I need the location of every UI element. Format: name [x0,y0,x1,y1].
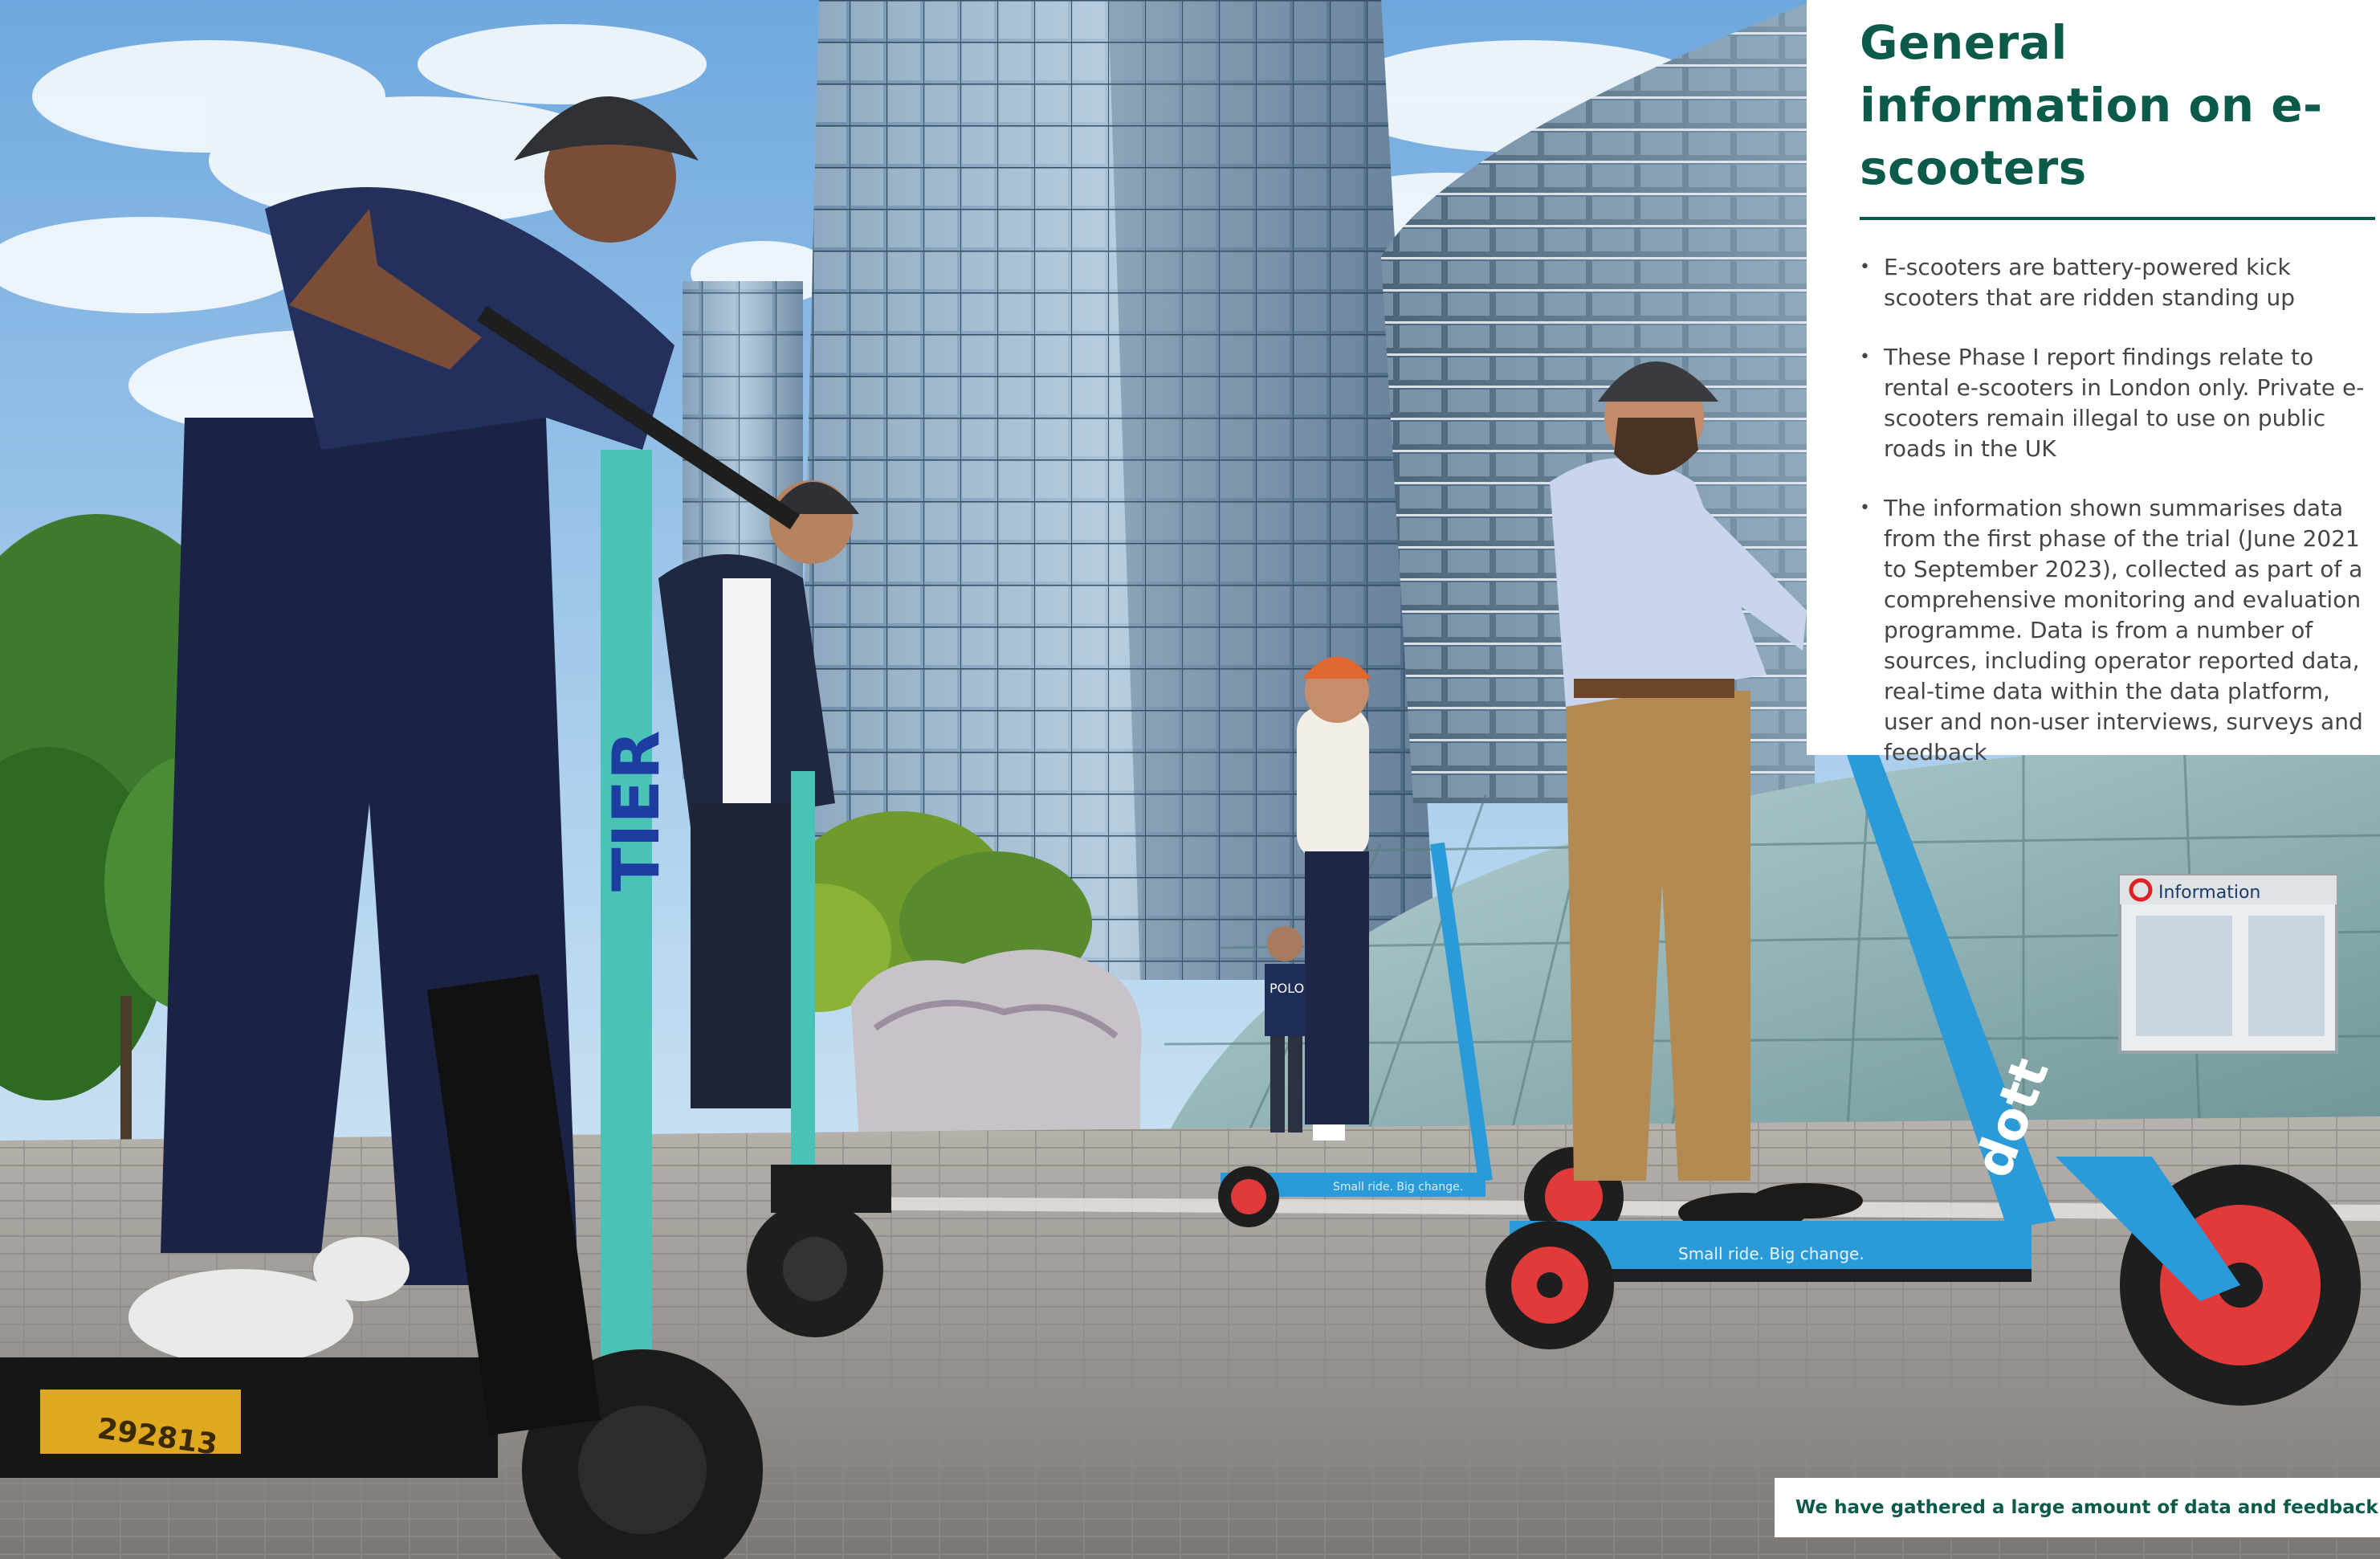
photo-caption: We have gathered a large amount of data … [1775,1478,2380,1537]
polo-shirt-text: POLO [1269,981,1304,996]
bullet-icon: • [1860,498,1870,518]
dott-slogan: Small ride. Big change. [1678,1244,1864,1263]
information-sign-text: Information [2158,883,2260,903]
bullet-text: These Phase I report findings relate to … [1884,344,2365,462]
bullet-item: • These Phase I report findings relate t… [1860,342,2374,464]
bullet-icon: • [1860,257,1870,277]
dott-slogan-small: Small ride. Big change. [1333,1181,1463,1194]
info-panel: General information on e-scooters • E-sc… [1807,0,2380,765]
bullet-text: The information shown summarises data fr… [1884,495,2363,765]
tier-logo: TIER [599,730,674,892]
title-divider [1860,217,2375,220]
page-title: General information on e-scooters [1860,15,2323,195]
caption-text: We have gathered a large amount of data … [1795,1497,2378,1518]
bullet-item: • The information shown summarises data … [1860,493,2374,768]
bullet-icon: • [1860,347,1870,367]
bullet-text: E-scooters are battery-powered kick scoo… [1884,254,2296,311]
bullet-list: • E-scooters are battery-powered kick sc… [1860,252,2374,768]
bullet-item: • E-scooters are battery-powered kick sc… [1860,252,2374,313]
